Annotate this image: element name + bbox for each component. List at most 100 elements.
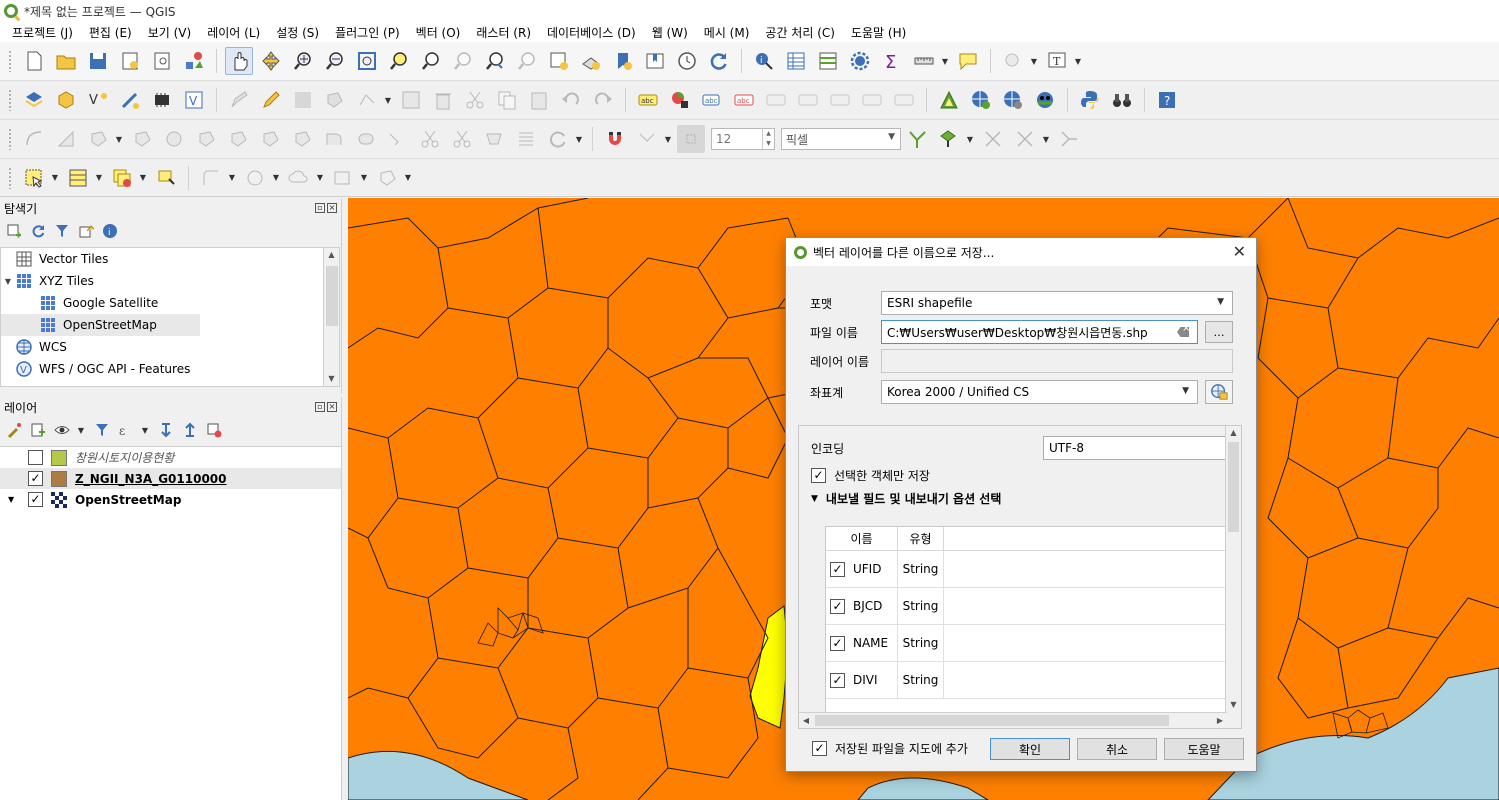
menu-processing[interactable]: 공간 처리 (C): [757, 24, 843, 41]
collapse-triangle-icon[interactable]: ▼: [811, 494, 818, 504]
locator-search-icon[interactable]: [999, 47, 1027, 75]
polygon-tool-icon[interactable]: [373, 164, 401, 192]
binoculars-icon[interactable]: [1108, 86, 1136, 114]
scroll-thumb[interactable]: [1228, 442, 1239, 532]
add-to-map-row[interactable]: ✓ 저장된 파일을 지도에 추가: [812, 740, 968, 757]
deselect-all-icon[interactable]: [108, 164, 136, 192]
locator-dropdown-icon[interactable]: ▼: [1029, 47, 1039, 75]
field-checkbox[interactable]: ✓: [830, 561, 845, 577]
scroll-thumb[interactable]: [815, 715, 1169, 726]
filter-expression-icon[interactable]: ε: [116, 420, 136, 440]
layer-visibility-checkbox[interactable]: [28, 450, 43, 465]
field-checkbox[interactable]: ✓: [830, 635, 845, 651]
open-project-icon[interactable]: [52, 47, 80, 75]
manage-visibility-icon[interactable]: [52, 420, 72, 440]
new-bookmark-icon[interactable]: [609, 47, 637, 75]
add-to-map-checkbox[interactable]: ✓: [812, 741, 827, 756]
open-styling-icon[interactable]: [4, 420, 24, 440]
georeferencer-icon[interactable]: [935, 86, 963, 114]
ok-button[interactable]: 확인: [990, 738, 1070, 760]
rotate-dropdown-icon[interactable]: ▼: [574, 125, 584, 153]
encoding-combo[interactable]: UTF-8: [1043, 436, 1233, 460]
new-spatialite-layer-icon[interactable]: [116, 86, 144, 114]
current-edits-icon[interactable]: [225, 86, 253, 114]
options-vertical-scrollbar[interactable]: ▲ ▼: [1225, 426, 1241, 712]
column-header-type[interactable]: 유형: [898, 527, 944, 550]
highlight-pinned-label-icon[interactable]: abc: [698, 86, 726, 114]
zoom-next-icon[interactable]: [513, 47, 541, 75]
snapping-magnet-icon[interactable]: [601, 125, 629, 153]
close-panel-icon[interactable]: ×: [327, 402, 337, 412]
refresh-browser-icon[interactable]: [28, 221, 48, 241]
pan-to-selection-icon[interactable]: [257, 47, 285, 75]
vertex-tool-icon[interactable]: [353, 86, 381, 114]
scroll-left-icon[interactable]: ◀: [799, 713, 813, 728]
zoom-to-selection-icon[interactable]: [385, 47, 413, 75]
avoid-overlap-icon[interactable]: [935, 125, 963, 153]
new-project-icon[interactable]: [20, 47, 48, 75]
identify-features-icon[interactable]: i: [750, 47, 778, 75]
label-properties-icon[interactable]: [890, 86, 918, 114]
layer-item[interactable]: ✓ Z_NGII_N3A_G0110000: [0, 468, 341, 489]
statistical-summary-icon[interactable]: Σ: [878, 47, 906, 75]
new-geopackage-layer-icon[interactable]: [52, 86, 80, 114]
layer-item[interactable]: ▼ ✓ OpenStreetMap: [0, 489, 341, 510]
menu-layer[interactable]: 레이어 (L): [199, 24, 268, 41]
expand-all-icon[interactable]: [156, 420, 176, 440]
show-bookmarks-icon[interactable]: [641, 47, 669, 75]
select-by-value-dropdown-icon[interactable]: ▼: [94, 164, 104, 192]
scroll-up-icon[interactable]: ▲: [324, 248, 339, 262]
overlap-dropdown-icon[interactable]: ▼: [965, 125, 975, 153]
new-shapefile-layer-icon[interactable]: V: [84, 86, 112, 114]
rotate-point-symbols-icon[interactable]: [544, 125, 572, 153]
label-toolbar-icon[interactable]: abc: [634, 86, 662, 114]
metasearch-icon[interactable]: [967, 86, 995, 114]
select-location-icon[interactable]: [152, 164, 180, 192]
vertex-dropdown-icon[interactable]: ▼: [383, 86, 393, 114]
tree-item-xyz-tiles[interactable]: ▼ XYZ Tiles: [1, 270, 323, 292]
self-snapping-icon[interactable]: [1011, 125, 1039, 153]
cloud-tool-icon[interactable]: [285, 164, 313, 192]
zoom-full-icon[interactable]: [353, 47, 381, 75]
add-ring-icon[interactable]: [128, 125, 156, 153]
move-label-icon[interactable]: [794, 86, 822, 114]
help-button[interactable]: 도움말: [1164, 738, 1244, 760]
reshape-icon[interactable]: [288, 125, 316, 153]
enable-tracing-icon[interactable]: [1055, 125, 1083, 153]
radius-tool-icon[interactable]: [241, 164, 269, 192]
trim-extend-icon[interactable]: [384, 125, 412, 153]
annotation-dropdown-icon[interactable]: ▼: [1073, 47, 1083, 75]
layer-item[interactable]: 창원시토지이용현황: [0, 447, 341, 468]
modify-attributes-icon[interactable]: [397, 86, 425, 114]
style-manager-icon[interactable]: [180, 47, 208, 75]
filter-browser-icon[interactable]: [52, 221, 72, 241]
scroll-thumb[interactable]: [326, 266, 338, 326]
quickmap-services-icon[interactable]: [1031, 86, 1059, 114]
refresh-icon[interactable]: [705, 47, 733, 75]
new-memory-layer-icon[interactable]: [148, 86, 176, 114]
snapping-unit-combo[interactable]: 픽셀: [781, 128, 901, 150]
layername-input[interactable]: [881, 349, 1233, 373]
remove-layer-icon[interactable]: [204, 420, 224, 440]
delete-part-icon[interactable]: [256, 125, 284, 153]
snap-intersection-icon[interactable]: [979, 125, 1007, 153]
fields-group-header[interactable]: ▼ 내보낼 필드 및 내보내기 옵션 선택: [811, 490, 1001, 507]
float-panel-icon[interactable]: ▫: [315, 203, 325, 213]
measure-dropdown-icon[interactable]: ▼: [940, 47, 950, 75]
simplify-icon[interactable]: [416, 125, 444, 153]
layer-expander[interactable]: ▼: [8, 495, 28, 504]
polygon-dropdown-icon[interactable]: ▼: [403, 164, 413, 192]
zoom-out-icon[interactable]: [321, 47, 349, 75]
format-combo[interactable]: ESRI shapefile: [881, 291, 1233, 315]
radius-dropdown-icon[interactable]: ▼: [271, 164, 281, 192]
field-checkbox[interactable]: ✓: [830, 598, 845, 614]
menu-view[interactable]: 보기 (V): [140, 24, 199, 41]
diagram-toolbar-icon[interactable]: [666, 86, 694, 114]
add-rectangle-icon[interactable]: [52, 125, 80, 153]
bearing-dropdown-icon[interactable]: ▼: [227, 164, 237, 192]
map-tips-icon[interactable]: [954, 47, 982, 75]
help-contents-icon[interactable]: ?: [1153, 86, 1181, 114]
pin-labels-icon[interactable]: [762, 86, 790, 114]
close-icon[interactable]: ✕: [1233, 242, 1246, 261]
zoom-last-icon[interactable]: [481, 47, 509, 75]
